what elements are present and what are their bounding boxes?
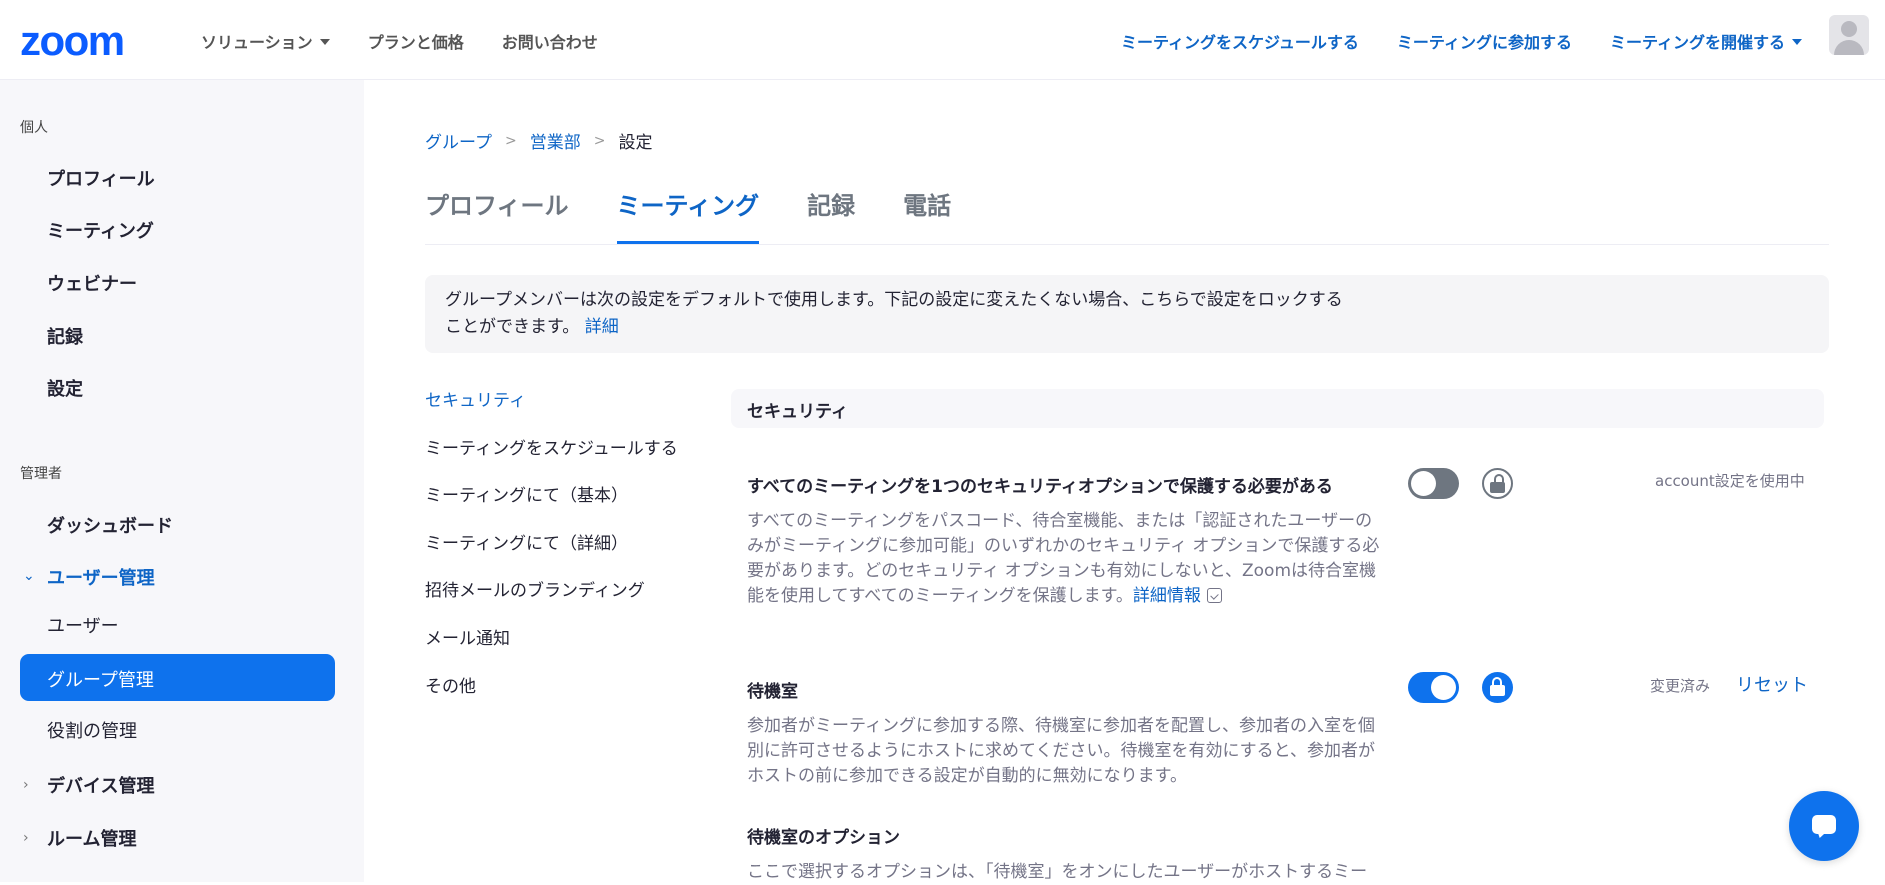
tab-profile[interactable]: プロフィール [425, 186, 569, 244]
sidebar-item-users[interactable]: ユーザー [47, 612, 119, 638]
section-header-security: セキュリティ [731, 389, 1824, 428]
chat-bubble-tail [1814, 831, 1828, 838]
tab-meeting[interactable]: ミーティング [616, 186, 759, 244]
sidebar: 個人 プロフィール ミーティング ウェビナー 記録 設定 管理者 ダッシュボード… [0, 80, 364, 882]
sidebar-item-profile[interactable]: プロフィール [47, 165, 155, 191]
external-link-icon[interactable] [1206, 588, 1222, 603]
chevron-down-icon[interactable]: ⌄ [23, 568, 35, 584]
status-using-account-setting: account設定を使用中 [1655, 472, 1805, 490]
info-notice: グループメンバーは次の設定をデフォルトで使用します。下記の設定に変えたくない場合… [425, 275, 1829, 353]
subnav-in-meeting-advanced[interactable]: ミーティングにて（詳細） [425, 529, 678, 577]
subnav-security[interactable]: セキュリティ [425, 386, 678, 434]
sidebar-item-dashboard[interactable]: ダッシュボード [47, 512, 173, 538]
subnav-in-meeting-basic[interactable]: ミーティングにて（基本） [425, 481, 678, 529]
setting-desc-waiting-room-options: ここで選択するオプションは、「待機室」をオンにしたユーザーがホストするミー [747, 862, 1368, 882]
sidebar-item-meetings[interactable]: ミーティング [47, 217, 154, 243]
nav-solutions-label: ソリューション [201, 33, 313, 52]
chevron-right-icon[interactable]: › [23, 777, 29, 793]
sidebar-item-group-management[interactable]: グループ管理 [20, 654, 335, 701]
breadcrumb-separator: > [593, 132, 606, 149]
nav-solutions[interactable]: ソリューション [201, 29, 330, 53]
sidebar-item-settings[interactable]: 設定 [47, 375, 83, 401]
toggle-knob [1431, 675, 1456, 700]
tab-divider [425, 244, 1829, 245]
chevron-right-icon[interactable]: › [23, 830, 29, 846]
top-nav-left: ソリューション プランと価格 お問い合わせ [201, 29, 598, 53]
sidebar-section-personal: 個人 [20, 120, 48, 136]
learn-more-link[interactable]: 詳細情報 [1133, 586, 1201, 606]
setting-desc-text: すべてのミーティングをパスコード、待合室機能、または「認証されたユーザーのみがミ… [747, 511, 1380, 606]
caret-down-icon [319, 39, 330, 45]
nav-join-meeting[interactable]: ミーティングに参加する [1397, 29, 1572, 53]
breadcrumb-group[interactable]: グループ [425, 128, 492, 153]
setting-desc-require-security: すべてのミーティングをパスコード、待合室機能、または「認証されたユーザーのみがミ… [747, 509, 1387, 609]
nav-contact[interactable]: お問い合わせ [502, 29, 598, 53]
sidebar-item-role-management[interactable]: 役割の管理 [47, 717, 137, 743]
breadcrumb: グループ > 営業部 > 設定 [425, 128, 653, 154]
tab-phone[interactable]: 電話 [903, 186, 951, 244]
sidebar-item-user-management[interactable]: ユーザー管理 [47, 564, 155, 590]
subnav-other[interactable]: その他 [425, 672, 678, 720]
settings-subnav: セキュリティ ミーティングをスケジュールする ミーティングにて（基本） ミーティ… [425, 386, 678, 719]
nav-schedule-meeting[interactable]: ミーティングをスケジュールする [1121, 29, 1359, 53]
toggle-knob [1411, 471, 1436, 496]
toggle-waiting-room[interactable] [1408, 672, 1459, 703]
breadcrumb-current: 設定 [618, 133, 653, 153]
reset-link[interactable]: リセット [1736, 671, 1808, 697]
top-nav-right: ミーティングをスケジュールする ミーティングに参加する ミーティングを開催する [1121, 29, 1802, 53]
nav-pricing[interactable]: プランと価格 [368, 29, 464, 53]
sidebar-section-admin: 管理者 [20, 466, 62, 482]
sidebar-item-recordings[interactable]: 記録 [47, 323, 83, 349]
sidebar-item-device-management[interactable]: デバイス管理 [47, 772, 154, 798]
lock-body [1490, 482, 1505, 493]
status-modified: 変更済み [1650, 677, 1711, 695]
user-avatar[interactable] [1829, 15, 1869, 55]
setting-title-waiting-room: 待機室 [747, 682, 798, 702]
nav-host-meeting-label: ミーティングを開催する [1609, 33, 1785, 52]
toggle-require-security[interactable] [1408, 468, 1459, 499]
notice-details-link[interactable]: 詳細 [585, 317, 619, 337]
subnav-email-branding[interactable]: 招待メールのブランディング [425, 576, 678, 624]
setting-desc-waiting-room: 参加者がミーティングに参加する際、待機室に参加者を配置し、参加者の入室を個別に許… [747, 716, 1375, 786]
nav-host-meeting[interactable]: ミーティングを開催する [1610, 29, 1802, 53]
setting-title-waiting-room-options: 待機室のオプション [747, 828, 900, 848]
unlock-icon[interactable] [1482, 468, 1513, 499]
breadcrumb-separator: > [504, 132, 517, 149]
subnav-email-notification[interactable]: メール通知 [425, 624, 678, 672]
notice-text: グループメンバーは次の設定をデフォルトで使用します。下記の設定に変えたくない場合… [445, 290, 1343, 337]
sidebar-item-webinars[interactable]: ウェビナー [47, 270, 137, 296]
lock-body [1490, 685, 1505, 696]
settings-tabs: プロフィール ミーティング 記録 電話 [425, 186, 951, 244]
tab-recording[interactable]: 記録 [807, 186, 855, 244]
zoom-logo[interactable]: zoom [20, 20, 125, 62]
breadcrumb-sales[interactable]: 営業部 [530, 128, 581, 153]
lock-icon[interactable] [1482, 672, 1513, 703]
setting-title-require-security: すべてのミーティングを1つのセキュリティオプションで保護する必要がある [747, 477, 1333, 497]
top-header: zoom ソリューション プランと価格 お問い合わせ ミーティングをスケジュール… [0, 0, 1885, 80]
chat-button[interactable] [1789, 791, 1859, 861]
caret-down-icon [1792, 39, 1802, 45]
notice-text-wrap: グループメンバーは次の設定をデフォルトで使用します。下記の設定に変えたくない場合… [445, 287, 1345, 341]
sidebar-item-room-management[interactable]: ルーム管理 [47, 825, 136, 851]
subnav-schedule-meeting[interactable]: ミーティングをスケジュールする [425, 434, 678, 482]
